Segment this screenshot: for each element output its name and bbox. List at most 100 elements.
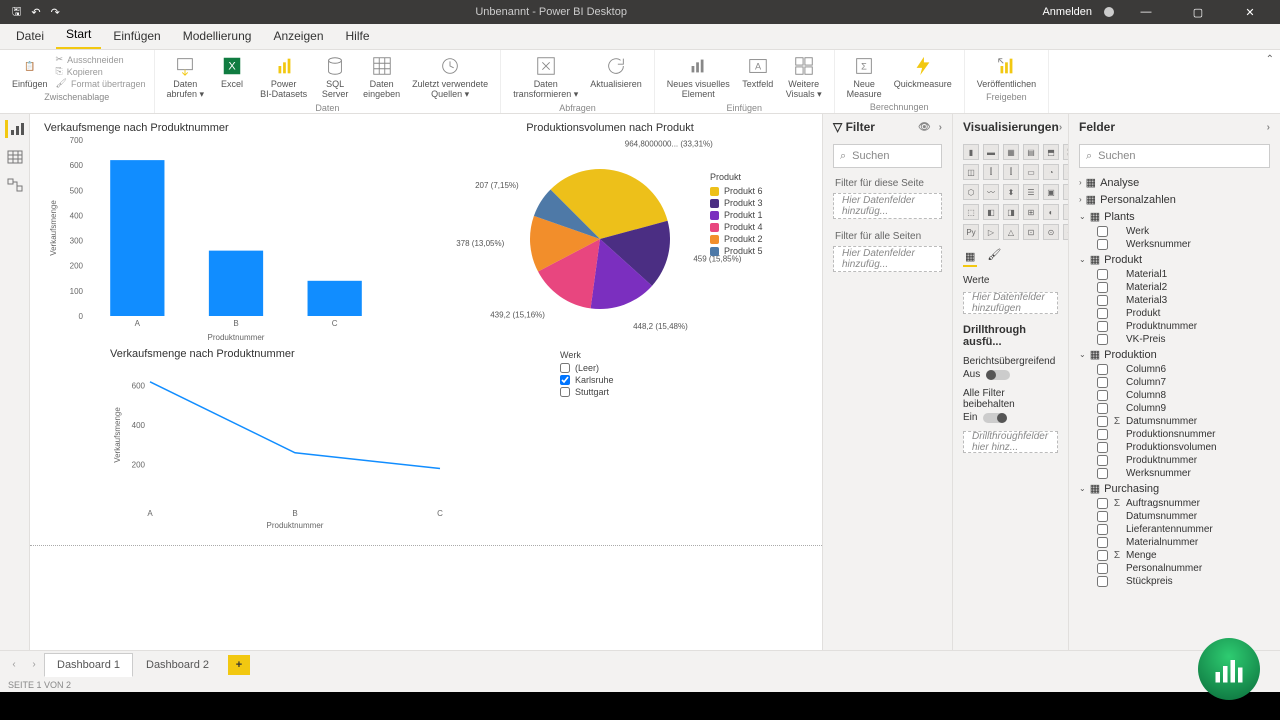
field-Werk[interactable]: Werk [1073, 225, 1276, 238]
field-Material2[interactable]: Material2 [1073, 281, 1276, 294]
line-chart[interactable]: 200400600ABCProduktnummerVerkaufsmenge [110, 360, 450, 530]
viz-icon-15[interactable]: ☰ [1023, 184, 1039, 200]
eye-icon[interactable]: 👁 [918, 122, 931, 133]
tab-view[interactable]: Anzeigen [263, 25, 333, 49]
chevron-right-icon[interactable]: › [1267, 122, 1270, 133]
viz-icon-19[interactable]: ◧ [983, 204, 999, 220]
viz-icon-24[interactable]: Py [963, 224, 979, 240]
maximize-icon[interactable]: ▢ [1178, 6, 1218, 19]
field-Produkt[interactable]: Produkt [1073, 307, 1276, 320]
enter-data-button[interactable]: Daten eingeben [359, 52, 404, 101]
viz-icon-4[interactable]: ⬒ [1043, 144, 1059, 160]
publish-button[interactable]: Veröffentlichen [973, 52, 1040, 91]
field-Material3[interactable]: Material3 [1073, 294, 1276, 307]
viz-icon-3[interactable]: ▤ [1023, 144, 1039, 160]
avatar-icon[interactable] [1104, 7, 1114, 17]
help-badge-icon[interactable] [1198, 638, 1260, 700]
field-Produktionsvolumen[interactable]: Produktionsvolumen [1073, 441, 1276, 454]
field-Material1[interactable]: Material1 [1073, 268, 1276, 281]
signin-link[interactable]: Anmelden [1042, 6, 1092, 18]
viz-icon-27[interactable]: ⊡ [1023, 224, 1039, 240]
viz-icon-22[interactable]: ◐ [1043, 204, 1059, 220]
table-Personalzahlen[interactable]: ›▦Personalzahlen [1073, 191, 1276, 208]
viz-icon-6[interactable]: ◫ [963, 164, 979, 180]
chevron-right-icon[interactable]: › [1059, 122, 1062, 133]
table-Plants[interactable]: ⌄▦Plants [1073, 208, 1276, 225]
tab-start[interactable]: Start [56, 23, 101, 49]
drillthrough-dropzone[interactable]: Drillthroughfelder hier hinz... [963, 431, 1058, 453]
tab-file[interactable]: Datei [6, 25, 54, 49]
page-prev-icon[interactable]: ‹ [4, 659, 24, 670]
viz-icon-18[interactable]: ⬚ [963, 204, 979, 220]
viz-icon-0[interactable]: ▮ [963, 144, 979, 160]
field-Produktnummer[interactable]: Produktnummer [1073, 320, 1276, 333]
tab-modeling[interactable]: Modellierung [173, 25, 262, 49]
refresh-button[interactable]: Aktualisieren [586, 52, 646, 91]
filter-all-dropzone[interactable]: Hier Datenfelder hinzufüg... [833, 246, 942, 272]
viz-icon-25[interactable]: ▷ [983, 224, 999, 240]
save-icon[interactable]: 🖫 [12, 3, 21, 22]
values-dropzone[interactable]: Hier Datenfelder hinzufügen [963, 292, 1058, 314]
keep-filters-toggle[interactable] [983, 413, 1007, 423]
filter-page-dropzone[interactable]: Hier Datenfelder hinzufüg... [833, 193, 942, 219]
field-Datumsnummer[interactable]: ΣDatumsnummer [1073, 415, 1276, 428]
field-Produktnummer[interactable]: Produktnummer [1073, 454, 1276, 467]
viz-icon-13[interactable]: 〰 [983, 184, 999, 200]
viz-icon-21[interactable]: ⊞ [1023, 204, 1039, 220]
redo-icon[interactable]: ↷ [51, 6, 60, 19]
cut-button[interactable]: ✂ Ausschneiden [56, 54, 146, 65]
field-VK-Preis[interactable]: VK-Preis [1073, 333, 1276, 346]
paste-button[interactable]: 📋Einfügen [8, 52, 52, 91]
field-Column9[interactable]: Column9 [1073, 402, 1276, 415]
recent-sources-button[interactable]: Zuletzt verwendete Quellen ▾ [408, 52, 492, 102]
field-Auftragsnummer[interactable]: ΣAuftragsnummer [1073, 497, 1276, 510]
viz-icon-16[interactable]: ▣ [1043, 184, 1059, 200]
viz-icon-8[interactable]: ⫿ [1003, 164, 1019, 180]
field-Column7[interactable]: Column7 [1073, 376, 1276, 389]
more-visuals-button[interactable]: Weitere Visuals ▾ [782, 52, 826, 102]
fields-tab-icon[interactable]: ▦ [963, 248, 977, 267]
undo-icon[interactable]: ↶ [31, 6, 40, 19]
transform-data-button[interactable]: Daten transformieren ▾ [509, 52, 582, 102]
field-Menge[interactable]: ΣMenge [1073, 549, 1276, 562]
add-page-button[interactable]: + [228, 655, 250, 675]
minimize-icon[interactable]: — [1126, 6, 1166, 18]
page-tab-1[interactable]: Dashboard 1 [44, 653, 133, 677]
field-Datumsnummer[interactable]: Datumsnummer [1073, 510, 1276, 523]
report-view-icon[interactable] [5, 120, 25, 138]
collapse-ribbon-icon[interactable]: ⌃ [1266, 54, 1274, 65]
field-Column6[interactable]: Column6 [1073, 363, 1276, 376]
tab-insert[interactable]: Einfügen [103, 25, 170, 49]
viz-icon-14[interactable]: ⬍ [1003, 184, 1019, 200]
excel-button[interactable]: XExcel [212, 52, 252, 91]
data-view-icon[interactable] [5, 148, 25, 166]
viz-icon-28[interactable]: ⊙ [1043, 224, 1059, 240]
new-measure-button[interactable]: ΣNeue Measure [843, 52, 886, 101]
model-view-icon[interactable] [5, 176, 25, 194]
pbi-datasets-button[interactable]: Power BI-Datasets [256, 52, 311, 101]
field-Stückpreis[interactable]: Stückpreis [1073, 575, 1276, 588]
fields-search[interactable]: ⌕Suchen [1079, 144, 1270, 168]
table-Produktion[interactable]: ⌄▦Produktion [1073, 346, 1276, 363]
field-Werksnummer[interactable]: Werksnummer [1073, 467, 1276, 480]
sql-server-button[interactable]: SQL Server [315, 52, 355, 101]
page-next-icon[interactable]: › [24, 659, 44, 670]
viz-icon-7[interactable]: ⫿ [983, 164, 999, 180]
field-Column8[interactable]: Column8 [1073, 389, 1276, 402]
close-icon[interactable]: ✕ [1230, 6, 1270, 19]
quick-measure-button[interactable]: Quickmeasure [890, 52, 956, 91]
viz-icon-2[interactable]: ▦ [1003, 144, 1019, 160]
table-Purchasing[interactable]: ⌄▦Purchasing [1073, 480, 1276, 497]
page-tab-2[interactable]: Dashboard 2 [133, 653, 222, 677]
new-visual-button[interactable]: Neues visuelles Element [663, 52, 734, 101]
field-Lieferantennummer[interactable]: Lieferantennummer [1073, 523, 1276, 536]
copy-button[interactable]: ⎘ Kopieren [56, 66, 146, 77]
format-painter-button[interactable]: 🖌 Format übertragen [56, 78, 146, 89]
table-Analyse[interactable]: ›▦Analyse [1073, 174, 1276, 191]
get-data-button[interactable]: Daten abrufen ▾ [163, 52, 209, 102]
viz-icon-10[interactable]: ◔ [1043, 164, 1059, 180]
viz-icon-20[interactable]: ◨ [1003, 204, 1019, 220]
cross-report-toggle[interactable] [986, 370, 1010, 380]
table-Produkt[interactable]: ⌄▦Produkt [1073, 251, 1276, 268]
tab-help[interactable]: Hilfe [336, 25, 380, 49]
